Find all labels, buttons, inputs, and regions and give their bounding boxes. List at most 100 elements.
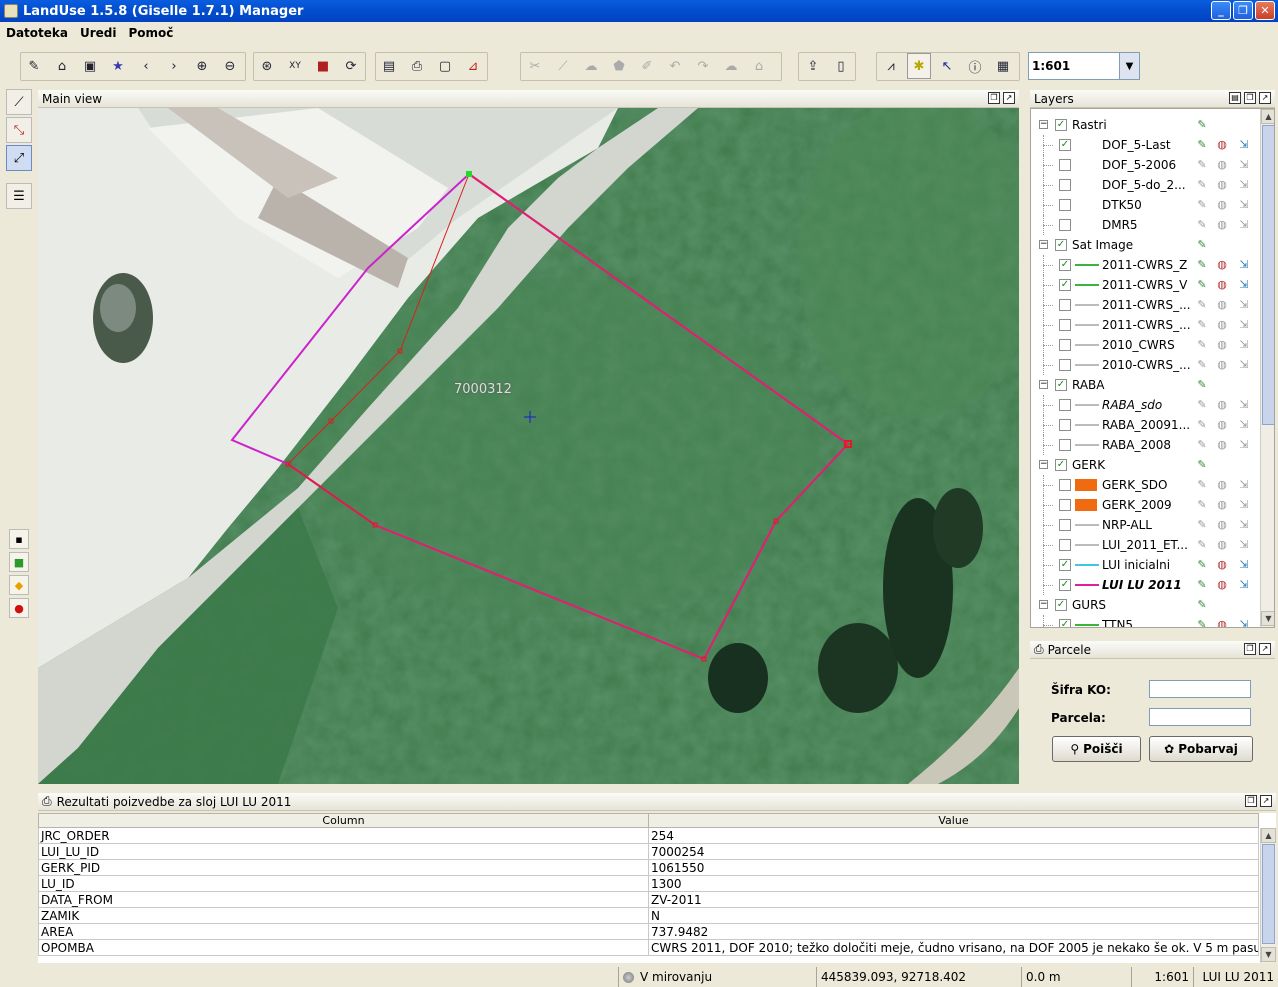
- column-header-column[interactable]: Column: [38, 813, 649, 828]
- edit-layer-icon[interactable]: ✎: [1195, 438, 1209, 452]
- table-row[interactable]: GERK_PID 1061550: [38, 859, 1259, 876]
- layer-checkbox[interactable]: ✓: [1059, 559, 1071, 571]
- column-name-cell[interactable]: ZAMIK: [38, 907, 649, 924]
- info-icon[interactable]: ⓘ: [963, 53, 987, 79]
- map-canvas[interactable]: 7000312: [38, 108, 1019, 784]
- layer-checkbox[interactable]: ✓: [1059, 619, 1071, 627]
- forward-icon[interactable]: ›: [162, 53, 186, 79]
- layer-checkbox[interactable]: [1059, 359, 1071, 371]
- column-name-cell[interactable]: DATA_FROM: [38, 891, 649, 908]
- layer-checkbox[interactable]: ✓: [1055, 459, 1067, 471]
- chevron-down-icon[interactable]: ▼: [1119, 53, 1139, 79]
- layer-checkbox[interactable]: [1059, 179, 1071, 191]
- layer-checkbox[interactable]: ✓: [1055, 599, 1067, 611]
- value-cell[interactable]: N: [648, 907, 1259, 924]
- column-name-cell[interactable]: OPOMBA: [38, 939, 649, 956]
- lock-icon[interactable]: ⌂: [747, 53, 771, 79]
- edit-shape-icon[interactable]: ✐: [635, 53, 659, 79]
- layer-checkbox[interactable]: ✓: [1055, 119, 1067, 131]
- table-row[interactable]: OPOMBA CWRS 2011, DOF 2010; težko določit…: [38, 939, 1259, 956]
- query-layer-icon[interactable]: ◍: [1215, 438, 1229, 452]
- query-layer-icon[interactable]: ◍: [1215, 558, 1229, 572]
- edit-layer-icon[interactable]: ✎: [1195, 458, 1209, 472]
- scroll-up-icon[interactable]: ▲: [1261, 109, 1274, 124]
- document-icon[interactable]: ▯: [829, 53, 853, 79]
- select-layer-icon[interactable]: ⇲: [1237, 498, 1251, 512]
- layer-item[interactable]: DTK50 ✎ ◍ ⇲: [1031, 195, 1260, 215]
- zoom-in-icon[interactable]: ⊕: [190, 53, 214, 79]
- shape-icon[interactable]: ⬟: [607, 53, 631, 79]
- select-layer-icon[interactable]: ⇲: [1237, 418, 1251, 432]
- select-layer-icon[interactable]: ⇲: [1237, 218, 1251, 232]
- sifra-ko-input[interactable]: [1149, 680, 1251, 698]
- query-layer-icon[interactable]: ◍: [1215, 318, 1229, 332]
- query-layer-icon[interactable]: ◍: [1215, 578, 1229, 592]
- upload-icon[interactable]: ⇪: [801, 53, 825, 79]
- query-layer-icon[interactable]: ◍: [1215, 478, 1229, 492]
- results-scrollbar[interactable]: ▲ ▼: [1260, 828, 1276, 963]
- column-header-value[interactable]: Value: [648, 813, 1259, 828]
- edit-layer-icon[interactable]: ✎: [1195, 398, 1209, 412]
- column-name-cell[interactable]: LUI_LU_ID: [38, 843, 649, 860]
- layer-checkbox[interactable]: [1059, 219, 1071, 231]
- select-layer-icon[interactable]: ⇲: [1237, 278, 1251, 292]
- value-cell[interactable]: 254: [648, 827, 1259, 844]
- edit-layer-icon[interactable]: ✎: [1195, 178, 1209, 192]
- collapse-icon[interactable]: −: [1039, 380, 1048, 389]
- layer-item[interactable]: ✓ 2011-CWRS_Z ✎ ◍ ⇲: [1031, 255, 1260, 275]
- pointer-info-icon[interactable]: ↖: [935, 53, 959, 79]
- layer-checkbox[interactable]: [1059, 539, 1071, 551]
- list-check-icon[interactable]: ☰: [6, 183, 32, 209]
- layers-scrollbar[interactable]: ▲ ▼: [1260, 109, 1274, 627]
- layer-checkbox[interactable]: ✓: [1059, 579, 1071, 591]
- scroll-thumb[interactable]: [1262, 125, 1274, 425]
- detach-panel-icon[interactable]: ↗: [1260, 795, 1272, 807]
- scale-combobox[interactable]: 1:601 ▼: [1028, 52, 1140, 80]
- restore-panel-icon[interactable]: ❐: [988, 92, 1000, 104]
- query-layer-icon[interactable]: ◍: [1215, 258, 1229, 272]
- layer-item[interactable]: RABA_20091... ✎ ◍ ⇲: [1031, 415, 1260, 435]
- star-select-icon[interactable]: ✱: [907, 53, 931, 79]
- layers-options-icon[interactable]: ▤: [1229, 92, 1241, 104]
- layer-item[interactable]: RABA_2008 ✎ ◍ ⇲: [1031, 435, 1260, 455]
- layer-item[interactable]: 2010_CWRS ✎ ◍ ⇲: [1031, 335, 1260, 355]
- query-layer-icon[interactable]: ◍: [1215, 198, 1229, 212]
- layer-item[interactable]: ✓ TTN5 ✎ ◍ ⇲: [1031, 615, 1260, 627]
- edit-layer-icon[interactable]: ✎: [1195, 598, 1209, 612]
- draw-line-icon[interactable]: ⟋: [6, 89, 32, 115]
- layer-item[interactable]: GERK_2009 ✎ ◍ ⇲: [1031, 495, 1260, 515]
- select-layer-icon[interactable]: ⇲: [1237, 618, 1251, 627]
- scroll-up-icon[interactable]: ▲: [1261, 828, 1276, 843]
- select-layer-icon[interactable]: ⇲: [1237, 138, 1251, 152]
- restore-panel-icon[interactable]: ❐: [1244, 92, 1256, 104]
- layer-checkbox[interactable]: [1059, 299, 1071, 311]
- value-cell[interactable]: CWRS 2011, DOF 2010; težko določiti meje…: [648, 939, 1259, 956]
- table-row[interactable]: ZAMIK N: [38, 907, 1259, 924]
- edit-layer-icon[interactable]: ✎: [1195, 298, 1209, 312]
- layer-checkbox[interactable]: [1059, 399, 1071, 411]
- layer-checkbox[interactable]: ✓: [1059, 139, 1071, 151]
- layer-checkbox[interactable]: ✓: [1059, 259, 1071, 271]
- edit-layer-icon[interactable]: ✎: [1195, 618, 1209, 627]
- edit-layer-icon[interactable]: ✎: [1195, 498, 1209, 512]
- select-layer-icon[interactable]: ⇲: [1237, 178, 1251, 192]
- layer-item[interactable]: 2010-CWRS_... ✎ ◍ ⇲: [1031, 355, 1260, 375]
- cloud2-icon[interactable]: ☁: [719, 53, 743, 79]
- column-name-cell[interactable]: LU_ID: [38, 875, 649, 892]
- close-button[interactable]: ✕: [1255, 1, 1275, 20]
- house-icon[interactable]: ⌂: [50, 53, 74, 79]
- pdf-icon[interactable]: ⊿: [461, 53, 485, 79]
- chart-icon[interactable]: ⩘: [879, 53, 903, 79]
- layer-group[interactable]: − ✓ GERK ✎: [1031, 455, 1260, 475]
- preview-icon[interactable]: ▢: [433, 53, 457, 79]
- layer-checkbox[interactable]: ✓: [1059, 279, 1071, 291]
- maximize-button[interactable]: ❐: [1233, 1, 1253, 20]
- value-cell[interactable]: 737.9482: [648, 923, 1259, 940]
- edit-layer-icon[interactable]: ✎: [1195, 338, 1209, 352]
- parcela-input[interactable]: [1149, 708, 1251, 726]
- select-layer-icon[interactable]: ⇲: [1237, 198, 1251, 212]
- compass-icon[interactable]: ⊛: [255, 53, 279, 79]
- menu-datoteka[interactable]: Datoteka: [0, 26, 74, 40]
- edit-layer-icon[interactable]: ✎: [1195, 578, 1209, 592]
- query-layer-icon[interactable]: ◍: [1215, 398, 1229, 412]
